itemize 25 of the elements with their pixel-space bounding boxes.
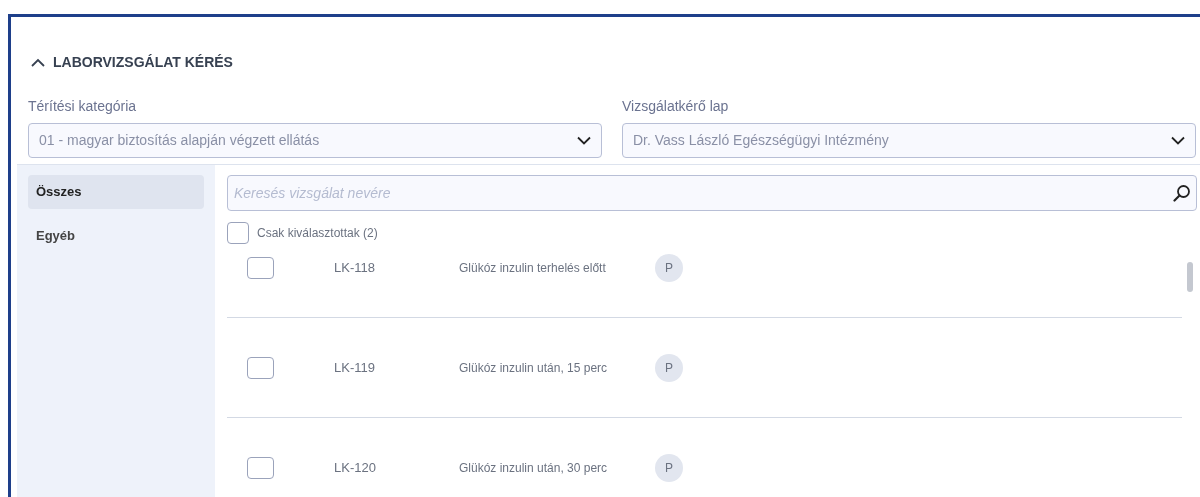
category-item[interactable]: Egyéb (28, 219, 204, 253)
filter-label: Csak kiválasztottak (2) (257, 225, 378, 242)
test-name: Glükóz inzulin után, 30 perc (459, 460, 609, 477)
checkbox[interactable] (227, 222, 249, 244)
field-label: Vizsgálatkérő lap (622, 97, 730, 116)
dropdown-chevron-icon (1171, 136, 1185, 145)
test-code: LK-120 (334, 459, 377, 478)
type-badge: P (655, 454, 683, 482)
test-code: LK-119 (334, 358, 376, 377)
checkbox[interactable] (247, 256, 274, 279)
test-name: Glükóz inzulin terhelés előtt (459, 259, 607, 277)
field-label: Térítési kategória (28, 97, 138, 116)
type-badge: P (655, 353, 683, 382)
section-title: LABORVIZSGÁLAT KÉRÉS (53, 53, 233, 72)
scrollbar-thumb[interactable] (1187, 262, 1193, 292)
search-field[interactable]: Keresés vizsgálat nevére (227, 175, 1197, 211)
checkbox[interactable] (247, 457, 274, 479)
search-icon[interactable] (1173, 184, 1191, 202)
collapse-chevron-icon[interactable] (31, 57, 45, 68)
test-name: Glükóz inzulin után, 15 perc (459, 359, 609, 377)
dropdown-chevron-icon (577, 136, 591, 145)
test-code: LK-118 (334, 258, 376, 277)
type-badge: P (655, 253, 683, 282)
category-item[interactable]: Összes (28, 175, 204, 209)
checkbox[interactable] (247, 356, 274, 379)
